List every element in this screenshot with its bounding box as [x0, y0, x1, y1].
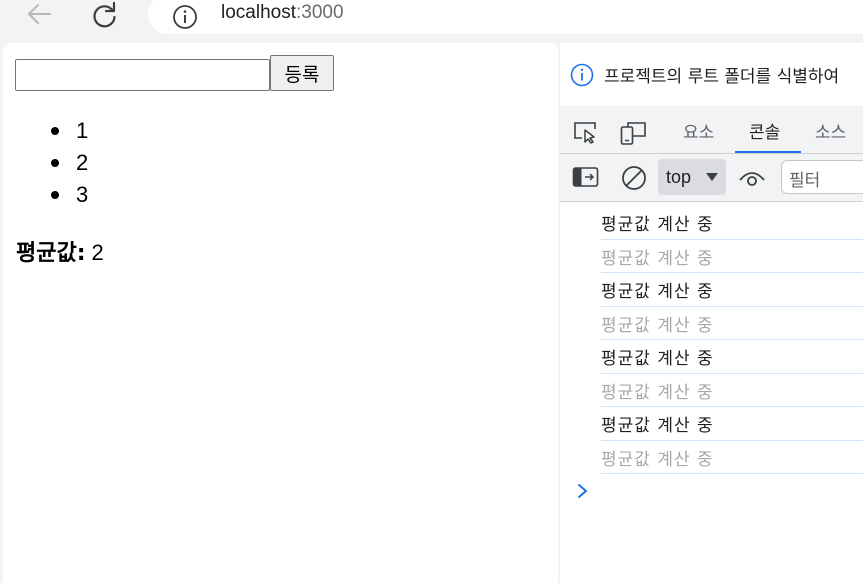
device-toolbar-icon[interactable]	[620, 120, 648, 146]
dropdown-caret-icon	[706, 173, 718, 181]
average-display: 평균값: 2	[16, 235, 104, 267]
console-log-list: 평균값 계산 중 평균값 계산 중 평균값 계산 중 평균값 계산 중 평균값 …	[560, 206, 863, 474]
devtools-tab-bar: 요소 콘솔 소스	[560, 106, 863, 154]
clear-console-icon[interactable]	[620, 164, 648, 192]
list-item: 3	[48, 179, 88, 211]
log-message: 평균값 계산 중	[560, 206, 863, 240]
inspect-element-icon[interactable]	[572, 120, 600, 144]
log-text: 평균값 계산 중	[601, 315, 714, 336]
number-input[interactable]	[15, 59, 270, 91]
devtools-banner: 프로젝트의 루트 폴더를 식별하여	[560, 43, 863, 106]
reload-icon	[93, 1, 116, 28]
tab-elements[interactable]: 요소	[683, 118, 714, 143]
log-text: 평균값 계산 중	[601, 282, 714, 302]
log-message: 평균값 계산 중	[560, 340, 863, 374]
filter-input[interactable]: 필터	[781, 160, 863, 194]
log-text: 평균값 계산 중	[601, 449, 714, 470]
active-tab-indicator	[735, 151, 801, 153]
log-message: 평균값 계산 중	[560, 374, 863, 408]
sidebar-toggle-icon[interactable]	[572, 166, 600, 188]
back-button[interactable]	[24, 0, 54, 30]
info-icon[interactable]	[172, 4, 198, 30]
url-host: localhost	[221, 2, 296, 23]
devtools-panel: 프로젝트의 루트 폴더를 식별하여 요소 콘솔 소스 top 필터 평균값 계산…	[560, 43, 863, 583]
log-text: 평균값 계산 중	[601, 382, 714, 403]
log-message: 평균값 계산 중	[560, 273, 863, 307]
log-text: 평균값 계산 중	[601, 215, 714, 235]
tab-console[interactable]: 콘솔	[749, 118, 780, 143]
context-select[interactable]: top	[658, 159, 726, 195]
url-text[interactable]: localhost:3000	[221, 2, 344, 24]
average-label: 평균값:	[16, 241, 86, 266]
context-label: top	[666, 167, 692, 187]
log-text: 평균값 계산 중	[601, 248, 714, 269]
log-message: 평균값 계산 중	[560, 441, 863, 475]
number-list: 1 2 3	[48, 115, 88, 211]
log-message: 평균값 계산 중	[560, 240, 863, 274]
address-bar[interactable]: localhost:3000	[148, 0, 863, 34]
reload-button[interactable]	[90, 0, 120, 30]
register-button[interactable]: 등록	[270, 55, 334, 91]
page-viewport: 등록 1 2 3 평균값: 2	[3, 43, 558, 583]
tab-sources[interactable]: 소스	[815, 118, 846, 143]
url-port: :3000	[296, 2, 344, 23]
console-toolbar: top 필터	[560, 154, 863, 202]
list-item: 2	[48, 147, 88, 179]
log-message: 평균값 계산 중	[560, 407, 863, 441]
browser-toolbar: localhost:3000	[0, 0, 863, 36]
filter-placeholder: 필터	[789, 171, 821, 191]
banner-text: 프로젝트의 루트 폴더를 식별하여	[604, 67, 840, 87]
log-text: 평균값 계산 중	[601, 416, 714, 436]
average-value: 2	[91, 240, 104, 265]
prompt-chevron-icon[interactable]	[576, 483, 590, 499]
list-item: 1	[48, 115, 88, 147]
log-text: 평균값 계산 중	[601, 349, 714, 369]
back-arrow-icon	[28, 4, 51, 24]
eye-icon[interactable]	[738, 168, 766, 188]
info-icon	[570, 63, 594, 87]
log-message: 평균값 계산 중	[560, 307, 863, 341]
